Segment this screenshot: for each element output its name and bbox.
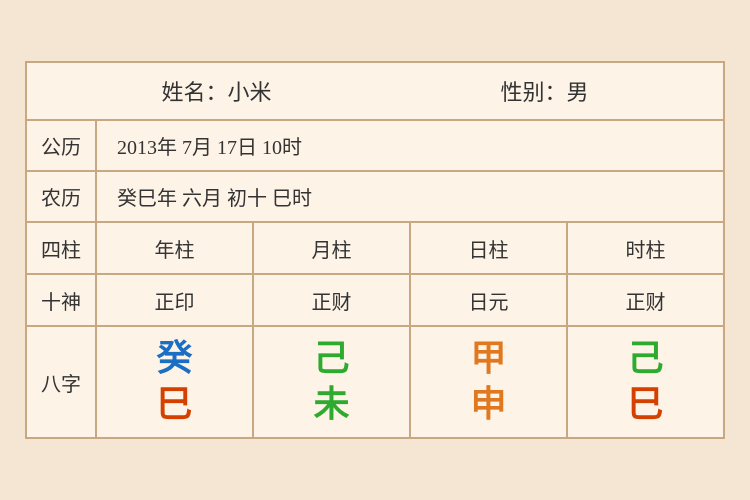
- bazi-row: 八字 癸 巳 己 未 甲 申 己 巳: [27, 327, 723, 437]
- main-container: 姓名：小米 性别：男 公历 2013年 7月 17日 10时 农历 癸巳年 六月…: [25, 61, 725, 439]
- sizhu-row: 四柱 年柱 月柱 日柱 时柱: [27, 223, 723, 275]
- sizhu-col-3: 时柱: [568, 223, 723, 273]
- bazi-3-bottom: 巳: [627, 385, 663, 425]
- bazi-2-top: 甲: [470, 339, 506, 379]
- sizhu-col-1: 月柱: [254, 223, 411, 273]
- solar-label: 公历: [27, 121, 97, 170]
- shishen-label: 十神: [27, 275, 97, 325]
- bazi-1-top: 己: [313, 339, 349, 379]
- sizhu-col-2: 日柱: [411, 223, 568, 273]
- name-label: 姓名：小米: [161, 75, 271, 107]
- lunar-label: 农历: [27, 172, 97, 221]
- bazi-0-top: 癸: [156, 339, 192, 379]
- shishen-col-2: 日元: [411, 275, 568, 325]
- shishen-col-3: 正财: [568, 275, 723, 325]
- header-row: 姓名：小米 性别：男: [27, 63, 723, 121]
- shishen-col-1: 正财: [254, 275, 411, 325]
- bazi-col-0: 癸 巳: [97, 327, 254, 437]
- lunar-row: 农历 癸巳年 六月 初十 巳时: [27, 172, 723, 223]
- solar-value: 2013年 7月 17日 10时: [97, 121, 723, 170]
- bazi-2-bottom: 申: [470, 385, 506, 425]
- bazi-0-bottom: 巳: [156, 385, 192, 425]
- sizhu-label: 四柱: [27, 223, 97, 273]
- bazi-col-3: 己 巳: [568, 327, 723, 437]
- sizhu-col-0: 年柱: [97, 223, 254, 273]
- bazi-col-2: 甲 申: [411, 327, 568, 437]
- bazi-label: 八字: [27, 327, 97, 437]
- shishen-col-0: 正印: [97, 275, 254, 325]
- bazi-3-top: 己: [627, 339, 663, 379]
- lunar-value: 癸巳年 六月 初十 巳时: [97, 172, 723, 221]
- solar-row: 公历 2013年 7月 17日 10时: [27, 121, 723, 172]
- gender-label: 性别：男: [500, 75, 588, 107]
- bazi-col-1: 己 未: [254, 327, 411, 437]
- bazi-1-bottom: 未: [313, 385, 349, 425]
- shishen-row: 十神 正印 正财 日元 正财: [27, 275, 723, 327]
